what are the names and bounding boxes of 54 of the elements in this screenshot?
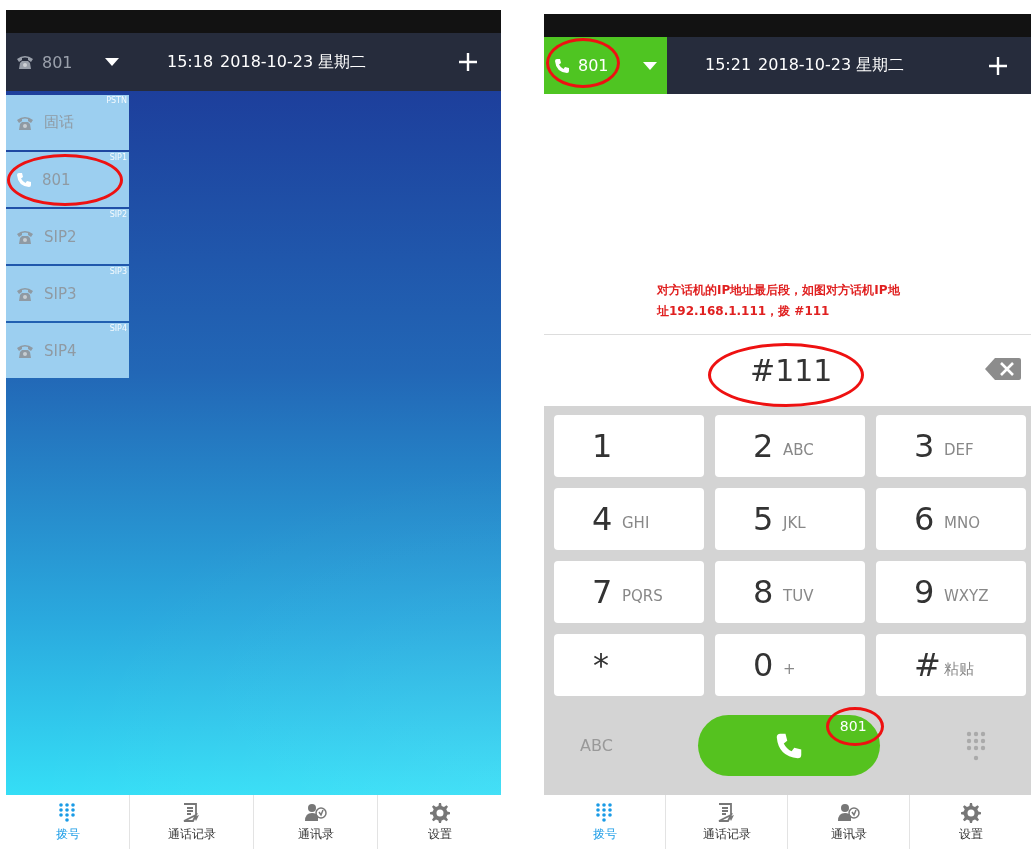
person-check-icon (304, 801, 327, 823)
dial-key[interactable]: 5 JKL (715, 488, 865, 550)
account-name: SIP3 (44, 284, 77, 303)
dial-key[interactable]: 1 (554, 415, 704, 477)
account-number-label: 801 (839, 718, 867, 734)
tab[interactable]: 通话记录 (665, 795, 787, 849)
plus-icon[interactable] (989, 56, 1007, 75)
person-check-icon (837, 801, 860, 823)
account-tag: SIP2 (109, 210, 127, 219)
account-number: 801 (578, 56, 609, 75)
dial-key[interactable]: 8 TUV (715, 561, 865, 623)
dial-key[interactable]: 7 PQRS (554, 561, 704, 623)
dial-key[interactable]: 2 ABC (715, 415, 865, 477)
account-number: 801 (42, 52, 73, 72)
tab[interactable]: 设置 (377, 795, 501, 849)
dial-key[interactable]: #粘贴 (876, 634, 1026, 696)
plus-icon[interactable] (459, 53, 477, 71)
dial-key[interactable]: * (554, 634, 704, 696)
tab[interactable]: 通讯录 (253, 795, 377, 849)
clock-time: 15:21 (705, 55, 752, 76)
account-name: SIP2 (44, 227, 77, 246)
account-tag: SIP3 (109, 267, 127, 276)
settings-icon (959, 801, 982, 823)
tab[interactable]: 设置 (909, 795, 1031, 849)
desk-phone-icon (16, 342, 34, 359)
account-name: 801 (42, 170, 71, 189)
dial-key[interactable]: 4 GHI (554, 488, 704, 550)
account-tag: PSTN (106, 96, 127, 105)
desk-phone-icon (16, 285, 34, 302)
caret-icon (643, 61, 657, 70)
account-name: 固话 (44, 113, 74, 132)
dial-key[interactable]: 6 MNO (876, 488, 1026, 550)
backspace-icon[interactable] (985, 357, 1021, 381)
dial-key[interactable]: 0 + (715, 634, 865, 696)
tab[interactable]: 通话记录 (129, 795, 253, 849)
date-text: 2018-10-23 星期二 (220, 51, 367, 73)
tab[interactable]: 通讯录 (787, 795, 909, 849)
phone-handset-icon (16, 171, 32, 188)
dial-key[interactable]: 3 DEF (876, 415, 1026, 477)
desk-phone-icon (16, 114, 34, 131)
dial-number-field[interactable]: #111 (750, 353, 833, 388)
account-selector[interactable]: 801 (6, 33, 129, 91)
account-tag: SIP4 (109, 324, 127, 333)
call-button[interactable] (697, 715, 880, 776)
clock-time: 15:18 (167, 51, 214, 73)
account-tag: SIP1 (109, 153, 127, 162)
dial-key[interactable]: 9 WXYZ (876, 561, 1026, 623)
settings-icon (428, 801, 451, 823)
account-name: SIP4 (44, 341, 77, 360)
caret-icon (105, 58, 119, 66)
annotation-text: 对方话机的IP地址最后段，如图对方话机IP地址192.168.1.111，拨 #111 (657, 282, 901, 320)
phone-handset-icon (774, 731, 803, 760)
desk-phone-icon (16, 228, 34, 245)
date-text: 2018-10-23 星期二 (758, 55, 905, 76)
